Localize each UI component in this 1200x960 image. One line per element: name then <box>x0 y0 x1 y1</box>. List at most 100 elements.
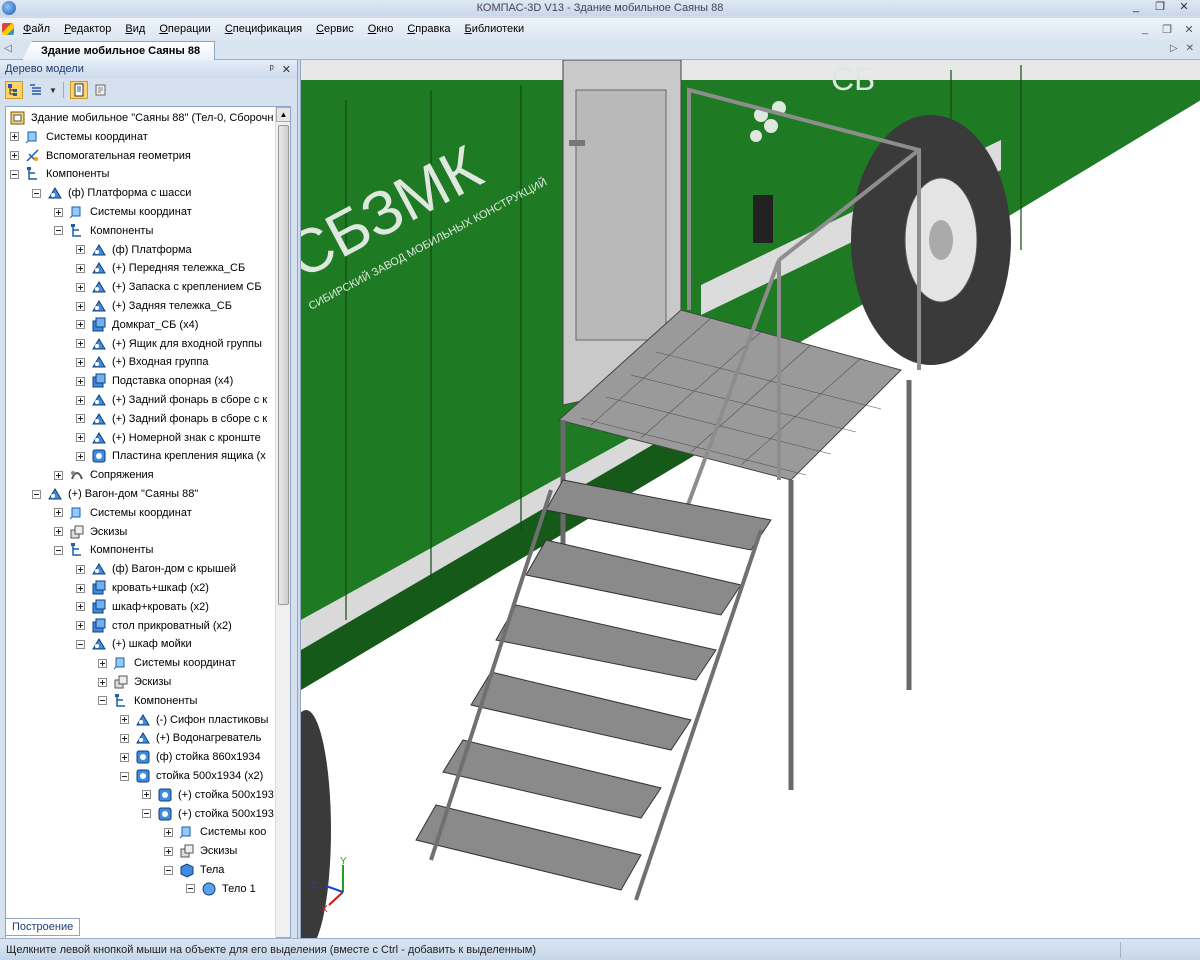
show-tree-button[interactable] <box>69 81 88 99</box>
tree-node[interactable]: Подставка опорная (x4) <box>76 372 233 390</box>
panel-close-icon[interactable]: ✕ <box>282 63 291 76</box>
expand-icon[interactable] <box>54 470 63 480</box>
tree-node[interactable]: шкаф+кровать (x2) <box>76 598 209 616</box>
expand-icon[interactable] <box>76 564 85 574</box>
tree-by-structure-button[interactable] <box>5 81 23 99</box>
tree-node[interactable]: (+) Входная группа <box>76 353 208 371</box>
tree-node[interactable]: (+) Ящик для входной группы <box>76 335 262 353</box>
tree-node[interactable]: (+) Задний фонарь в сборе с к <box>76 410 267 428</box>
tree-node[interactable]: стойка 500x1934 (x2) <box>120 767 263 785</box>
tree-node[interactable]: Домкрат_СБ (x4) <box>76 316 198 334</box>
collapse-icon[interactable] <box>120 771 129 781</box>
collapse-icon[interactable] <box>32 489 41 499</box>
collapse-icon[interactable] <box>98 696 107 706</box>
tree-node[interactable]: (ф) Вагон-дом с крышей <box>76 560 236 578</box>
tree-node[interactable]: Пластина крепления ящика (x <box>76 447 266 465</box>
tree-node[interactable]: (+) Передняя тележка_СБ <box>76 259 245 277</box>
tree-settings-button[interactable] <box>92 81 110 99</box>
tab-scroll-left-icon[interactable]: ◁ <box>4 43 12 54</box>
tree-node[interactable]: (ф) Платформа с шасси <box>32 184 191 202</box>
dropdown-arrow-icon[interactable]: ▼ <box>49 86 57 95</box>
tree-node[interactable]: (+) стойка 500x193 <box>142 805 274 823</box>
collapse-icon[interactable] <box>54 545 63 555</box>
tree-node[interactable]: Системы координат <box>54 203 192 221</box>
expand-icon[interactable] <box>76 583 85 593</box>
expand-icon[interactable] <box>120 733 129 743</box>
collapse-icon[interactable] <box>164 865 173 875</box>
collapse-icon[interactable] <box>32 188 41 198</box>
tree-node[interactable]: (+) стойка 500x193 <box>142 786 274 804</box>
expand-icon[interactable] <box>120 752 129 762</box>
collapse-icon[interactable] <box>76 639 85 649</box>
tree-node[interactable]: стол прикроватный (x2) <box>76 617 232 635</box>
expand-icon[interactable] <box>164 846 173 856</box>
minimize-button[interactable]: _ <box>1124 0 1148 15</box>
tree-node[interactable]: (+) Задняя тележка_СБ <box>76 297 232 315</box>
tree-node[interactable]: (+) шкаф мойки <box>76 635 192 653</box>
tree-node[interactable]: Компоненты <box>98 692 197 710</box>
pin-icon[interactable]: ᵖ <box>270 63 274 76</box>
tree-node[interactable]: кровать+шкаф (x2) <box>76 579 209 597</box>
tree-view-mode-button[interactable] <box>27 81 45 99</box>
expand-icon[interactable] <box>98 677 107 687</box>
close-button[interactable]: ✕ <box>1172 0 1196 15</box>
expand-icon[interactable] <box>76 282 85 292</box>
expand-icon[interactable] <box>98 658 107 668</box>
tree-node[interactable]: (ф) Платформа <box>76 241 192 259</box>
doc-minimize-button[interactable]: _ <box>1134 23 1156 36</box>
expand-icon[interactable] <box>76 339 85 349</box>
tree-node[interactable]: Эскизы <box>98 673 171 691</box>
tree-node[interactable]: Системы координат <box>10 128 148 146</box>
collapse-icon[interactable] <box>54 226 63 236</box>
tree-node[interactable]: (+) Номерной знак с кронште <box>76 429 261 447</box>
tree-node[interactable]: Компоненты <box>54 222 153 240</box>
collapse-icon[interactable] <box>10 169 19 179</box>
menu-help[interactable]: Справка <box>400 23 457 35</box>
tab-scroll-right-icon[interactable]: ▷ <box>1170 43 1178 54</box>
tree-node[interactable]: (ф) стойка 860x1934 <box>120 748 261 766</box>
expand-icon[interactable] <box>10 132 19 142</box>
expand-icon[interactable] <box>54 207 63 217</box>
tree-node[interactable]: Компоненты <box>54 541 153 559</box>
tree-node[interactable]: Эскизы <box>164 842 237 860</box>
vertical-scroll-thumb[interactable] <box>278 125 289 605</box>
expand-icon[interactable] <box>76 301 85 311</box>
menu-file[interactable]: Файл <box>16 23 57 35</box>
tab-construction[interactable]: Построение <box>5 918 81 936</box>
expand-icon[interactable] <box>76 433 85 443</box>
tree-node[interactable]: Системы координат <box>98 654 236 672</box>
tree-node[interactable]: Компоненты <box>10 165 109 183</box>
expand-icon[interactable] <box>76 245 85 255</box>
menu-editor[interactable]: Редактор <box>57 23 118 35</box>
menu-libraries[interactable]: Библиотеки <box>458 23 532 35</box>
tree-node[interactable]: Системы коо <box>164 823 266 841</box>
tree-node[interactable]: Сопряжения <box>54 466 154 484</box>
expand-icon[interactable] <box>76 263 85 273</box>
tree-node[interactable]: (+) Задний фонарь в сборе с к <box>76 391 267 409</box>
tree-vertical-scrollbar[interactable]: ▲ ▼ <box>275 107 290 952</box>
expand-icon[interactable] <box>54 508 63 518</box>
menu-operations[interactable]: Операции <box>152 23 217 35</box>
tree-node[interactable]: (-) Сифон пластиковы <box>120 711 268 729</box>
expand-icon[interactable] <box>164 827 173 837</box>
restore-button[interactable]: ❐ <box>1148 0 1172 15</box>
tab-close-icon[interactable]: ✕ <box>1186 43 1194 54</box>
expand-icon[interactable] <box>76 395 85 405</box>
tree-node[interactable]: Тело 1 <box>186 880 256 898</box>
menu-specification[interactable]: Спецификация <box>218 23 309 35</box>
document-menu-icon[interactable] <box>2 23 14 35</box>
doc-restore-button[interactable]: ❐ <box>1156 23 1178 36</box>
expand-icon[interactable] <box>76 376 85 386</box>
collapse-icon[interactable] <box>142 809 151 819</box>
menu-window[interactable]: Окно <box>361 23 401 35</box>
collapse-icon[interactable] <box>186 884 195 894</box>
doc-close-button[interactable]: ✕ <box>1178 23 1200 36</box>
tree-node[interactable]: (+) Водонагреватель <box>120 729 261 747</box>
tree-node[interactable]: Здание мобильное "Саяны 88" (Тел-0, Сбор… <box>10 109 273 127</box>
menu-service[interactable]: Сервис <box>309 23 361 35</box>
expand-icon[interactable] <box>76 451 85 461</box>
scroll-up-icon[interactable]: ▲ <box>276 107 290 122</box>
tree-node[interactable]: Вспомогательная геометрия <box>10 147 191 165</box>
expand-icon[interactable] <box>76 357 85 367</box>
expand-icon[interactable] <box>10 151 19 161</box>
